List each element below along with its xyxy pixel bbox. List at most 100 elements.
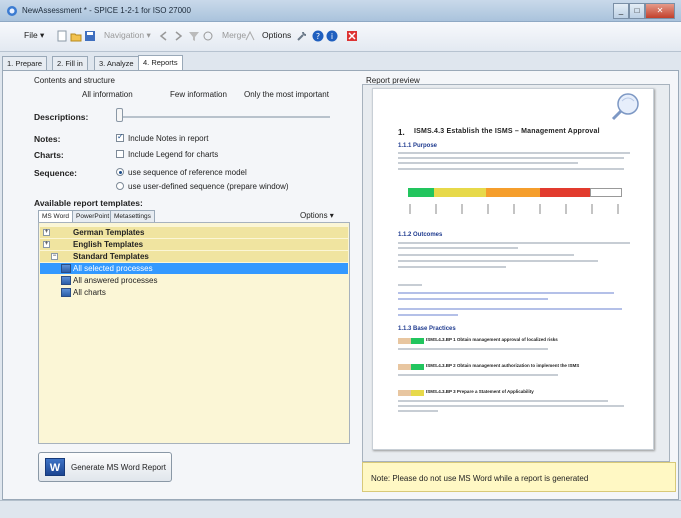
- preview-text-line: [398, 157, 624, 159]
- subtab-metasettings[interactable]: Metasettings: [110, 210, 155, 222]
- tree-item-all-selected[interactable]: All selected processes: [40, 263, 348, 274]
- preview-link-line: [398, 292, 614, 294]
- minimize-button[interactable]: _: [613, 3, 629, 19]
- bar-segment-yellow: [434, 188, 486, 197]
- template-tree[interactable]: + German Templates + English Templates −…: [38, 222, 350, 444]
- options-button[interactable]: Options: [262, 30, 291, 44]
- collapse-icon[interactable]: −: [51, 253, 58, 260]
- capability-color-bar: [408, 188, 622, 197]
- bar-segment-green: [408, 188, 434, 197]
- include-notes-checkbox[interactable]: [116, 132, 124, 142]
- subtab-ms-word[interactable]: MS Word: [38, 210, 73, 222]
- back-arrow-icon[interactable]: [158, 30, 170, 42]
- preview-section-base-practices: 1.1.3 Base Practices: [398, 326, 456, 332]
- generate-button-label: Generate MS Word Report: [71, 463, 167, 472]
- preview-link-line: [398, 314, 458, 316]
- tab-analyze[interactable]: 3. Analyze: [94, 56, 139, 70]
- tree-item-all-answered[interactable]: All answered processes: [40, 275, 348, 286]
- preview-text-line: [398, 247, 518, 249]
- svg-text:i: i: [331, 32, 333, 41]
- bp2-rating-bar: [398, 364, 424, 370]
- sequence-reference-radio[interactable]: [116, 168, 124, 176]
- preview-text-line: [398, 410, 438, 412]
- tree-group-german[interactable]: + German Templates: [40, 227, 348, 238]
- save-icon[interactable]: [84, 30, 96, 42]
- preview-text-line: [398, 405, 624, 407]
- word-warning-note: Note: Please do not use MS Word while a …: [362, 462, 676, 492]
- include-notes-text: Include Notes in report: [128, 134, 209, 143]
- include-legend-text: Include Legend for charts: [128, 150, 219, 159]
- tab-reports[interactable]: 4. Reports: [138, 55, 183, 70]
- preview-section-outcomes: 1.1.2 Outcomes: [398, 232, 443, 238]
- preview-bp3: ISMS.4.3.BP 3 Prepare a Statement of App…: [426, 389, 534, 394]
- preview-text-line: [398, 254, 574, 256]
- filter-icon[interactable]: [188, 30, 200, 42]
- bar-segment-red: [540, 188, 590, 197]
- ms-word-icon: W: [45, 458, 65, 476]
- view-icon[interactable]: [202, 30, 214, 42]
- detail-slider-thumb[interactable]: [116, 108, 123, 122]
- preview-text-line: [398, 162, 578, 164]
- maximize-button[interactable]: □: [629, 3, 645, 19]
- charts-label: Charts:: [34, 150, 64, 160]
- report-template-icon: [61, 288, 71, 297]
- svg-text:?: ?: [316, 32, 320, 41]
- magnifier-logo-icon: [611, 93, 639, 121]
- preview-text-line: [398, 266, 506, 268]
- preview-text-line: [398, 374, 558, 376]
- templates-label: Available report templates:: [34, 198, 143, 208]
- level-few-information: Few information: [170, 90, 227, 99]
- forward-arrow-icon[interactable]: [172, 30, 184, 42]
- bp1-rating-bar: [398, 338, 424, 344]
- merge-button[interactable]: Merge: [222, 30, 246, 44]
- help-icon[interactable]: ?: [312, 30, 324, 42]
- preview-text-line: [398, 152, 630, 154]
- expand-icon[interactable]: +: [43, 241, 50, 248]
- notes-label: Notes:: [34, 134, 61, 144]
- tab-fill-in[interactable]: 2. Fill in: [52, 56, 88, 70]
- bp3-rating-bar: [398, 390, 424, 396]
- preview-text-line: [398, 242, 630, 244]
- detail-slider-track[interactable]: [120, 116, 330, 118]
- toolbar: File ▾ Navigation ▾ Merge Options ? i: [0, 22, 681, 52]
- close-button[interactable]: ✕: [645, 3, 675, 19]
- descriptions-label: Descriptions:: [34, 112, 89, 122]
- tree-group-standard[interactable]: − Standard Templates: [40, 251, 348, 262]
- contents-structure-label: Contents and structure: [34, 76, 115, 85]
- title-bar: NewAssessment * - SPICE 1-2-1 for ISO 27…: [0, 0, 681, 22]
- preview-heading: ISMS.4.3 Establish the ISMS – Management…: [414, 128, 600, 135]
- subtab-powerpoint[interactable]: PowerPoint: [72, 210, 114, 222]
- preview-heading-number: 1.: [398, 128, 405, 137]
- exit-icon[interactable]: [346, 30, 358, 42]
- level-all-information: All information: [82, 90, 133, 99]
- preview-link-line: [398, 308, 622, 310]
- main-tabs: 1. Prepare 2. Fill in 3. Analyze 4. Repo…: [0, 55, 681, 70]
- include-legend-checkbox[interactable]: [116, 150, 124, 158]
- preview-text-line: [398, 400, 608, 402]
- options-wrench-icon[interactable]: [296, 30, 308, 42]
- preview-link-line: [398, 298, 548, 300]
- window-title: NewAssessment * - SPICE 1-2-1 for ISO 27…: [22, 6, 191, 15]
- level-most-important: Only the most important: [244, 90, 329, 99]
- generate-word-report-button[interactable]: W Generate MS Word Report: [38, 452, 172, 482]
- tab-prepare[interactable]: 1. Prepare: [2, 56, 48, 70]
- navigation-menu[interactable]: Navigation ▾: [104, 30, 151, 44]
- file-menu[interactable]: File ▾: [24, 30, 44, 44]
- bar-segment-empty: [590, 188, 622, 197]
- new-document-icon[interactable]: [56, 30, 68, 42]
- tree-group-english[interactable]: + English Templates: [40, 239, 348, 250]
- preview-bp2: ISMS.4.3.BP 2 Obtain management authoriz…: [426, 363, 580, 368]
- report-template-icon: [61, 276, 71, 285]
- info-icon[interactable]: i: [326, 30, 338, 42]
- sequence-user-radio[interactable]: [116, 182, 124, 190]
- expand-icon[interactable]: +: [43, 229, 50, 236]
- bar-segment-orange: [486, 188, 540, 197]
- preview-text-line: [398, 348, 548, 350]
- sequence-user-text: use user-defined sequence (prepare windo…: [128, 182, 289, 191]
- sequence-label: Sequence:: [34, 168, 77, 178]
- tree-item-all-charts[interactable]: All charts: [40, 287, 348, 298]
- merge-icon[interactable]: [244, 30, 256, 42]
- preview-section-purpose: 1.1.1 Purpose: [398, 143, 438, 149]
- options-dropdown[interactable]: Options ▾: [300, 211, 334, 220]
- open-folder-icon[interactable]: [70, 30, 82, 42]
